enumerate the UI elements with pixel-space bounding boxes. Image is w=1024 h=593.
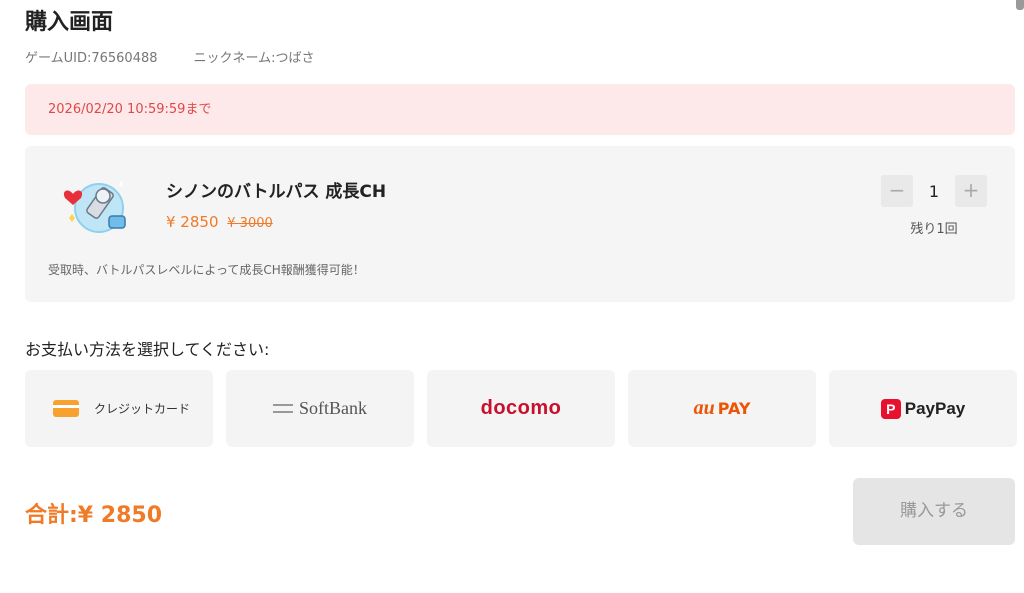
pay-credit-card-button[interactable]: クレジットカード <box>25 370 213 447</box>
pay-au-button[interactable]: au PAY <box>628 370 816 447</box>
paypay-logo-icon: P <box>880 398 901 419</box>
au-pay-logo: au PAY <box>694 397 751 420</box>
buy-button[interactable]: 購入する <box>853 478 1015 545</box>
product-description: 受取時、バトルパスレベルによって成長CH報酬獲得可能！ <box>48 263 365 277</box>
credit-card-label: クレジットカード <box>94 402 191 416</box>
page-title: 購入画面 <box>25 10 114 35</box>
purchase-page: 購入画面 ゲームUID:76560488 ニックネーム:つばさ 2026/02/… <box>0 0 1024 593</box>
total-amount: 合計:¥ 2850 <box>25 503 162 528</box>
softbank-logo-icon <box>272 404 293 413</box>
au-pay-label: PAY <box>717 399 751 418</box>
payment-methods: クレジットカード SoftBank docomo au PAY P PayPay <box>25 370 1017 447</box>
remaining-count: 残り1回 <box>910 222 958 237</box>
account-info: ゲームUID:76560488 ニックネーム:つばさ <box>25 47 315 66</box>
product-name: シノンのバトルパス 成長CH <box>166 182 387 202</box>
game-uid: ゲームUID:76560488 <box>25 51 158 66</box>
quantity-stepper: − 1 + <box>881 175 987 207</box>
paypay-label: PayPay <box>904 398 966 418</box>
price-original: ¥ 3000 <box>227 216 273 231</box>
credit-card-icon <box>53 400 79 417</box>
decrement-button[interactable]: − <box>881 175 913 207</box>
pay-docomo-button[interactable]: docomo <box>427 370 615 447</box>
docomo-label: docomo <box>480 397 562 419</box>
scrollbar-thumb[interactable] <box>1016 0 1024 10</box>
pay-paypay-button[interactable]: P PayPay <box>829 370 1017 447</box>
nickname: ニックネーム:つばさ <box>193 51 315 66</box>
price-current: ¥ 2850 <box>166 213 219 231</box>
quantity-value: 1 <box>928 181 940 201</box>
softbank-label: SoftBank <box>298 398 367 418</box>
deadline-banner: 2026/02/20 10:59:59まで <box>25 84 1015 135</box>
price-row: ¥ 2850 ¥ 3000 <box>166 213 273 231</box>
payment-heading: お支払い方法を選択してください: <box>25 340 270 359</box>
au-mark: au <box>693 397 715 419</box>
product-card: シノンのバトルパス 成長CH ¥ 2850 ¥ 3000 受取時、バトルパスレベ… <box>25 146 1015 302</box>
battle-pass-icon <box>59 174 131 238</box>
increment-button[interactable]: + <box>955 175 987 207</box>
pay-softbank-button[interactable]: SoftBank <box>226 370 414 447</box>
